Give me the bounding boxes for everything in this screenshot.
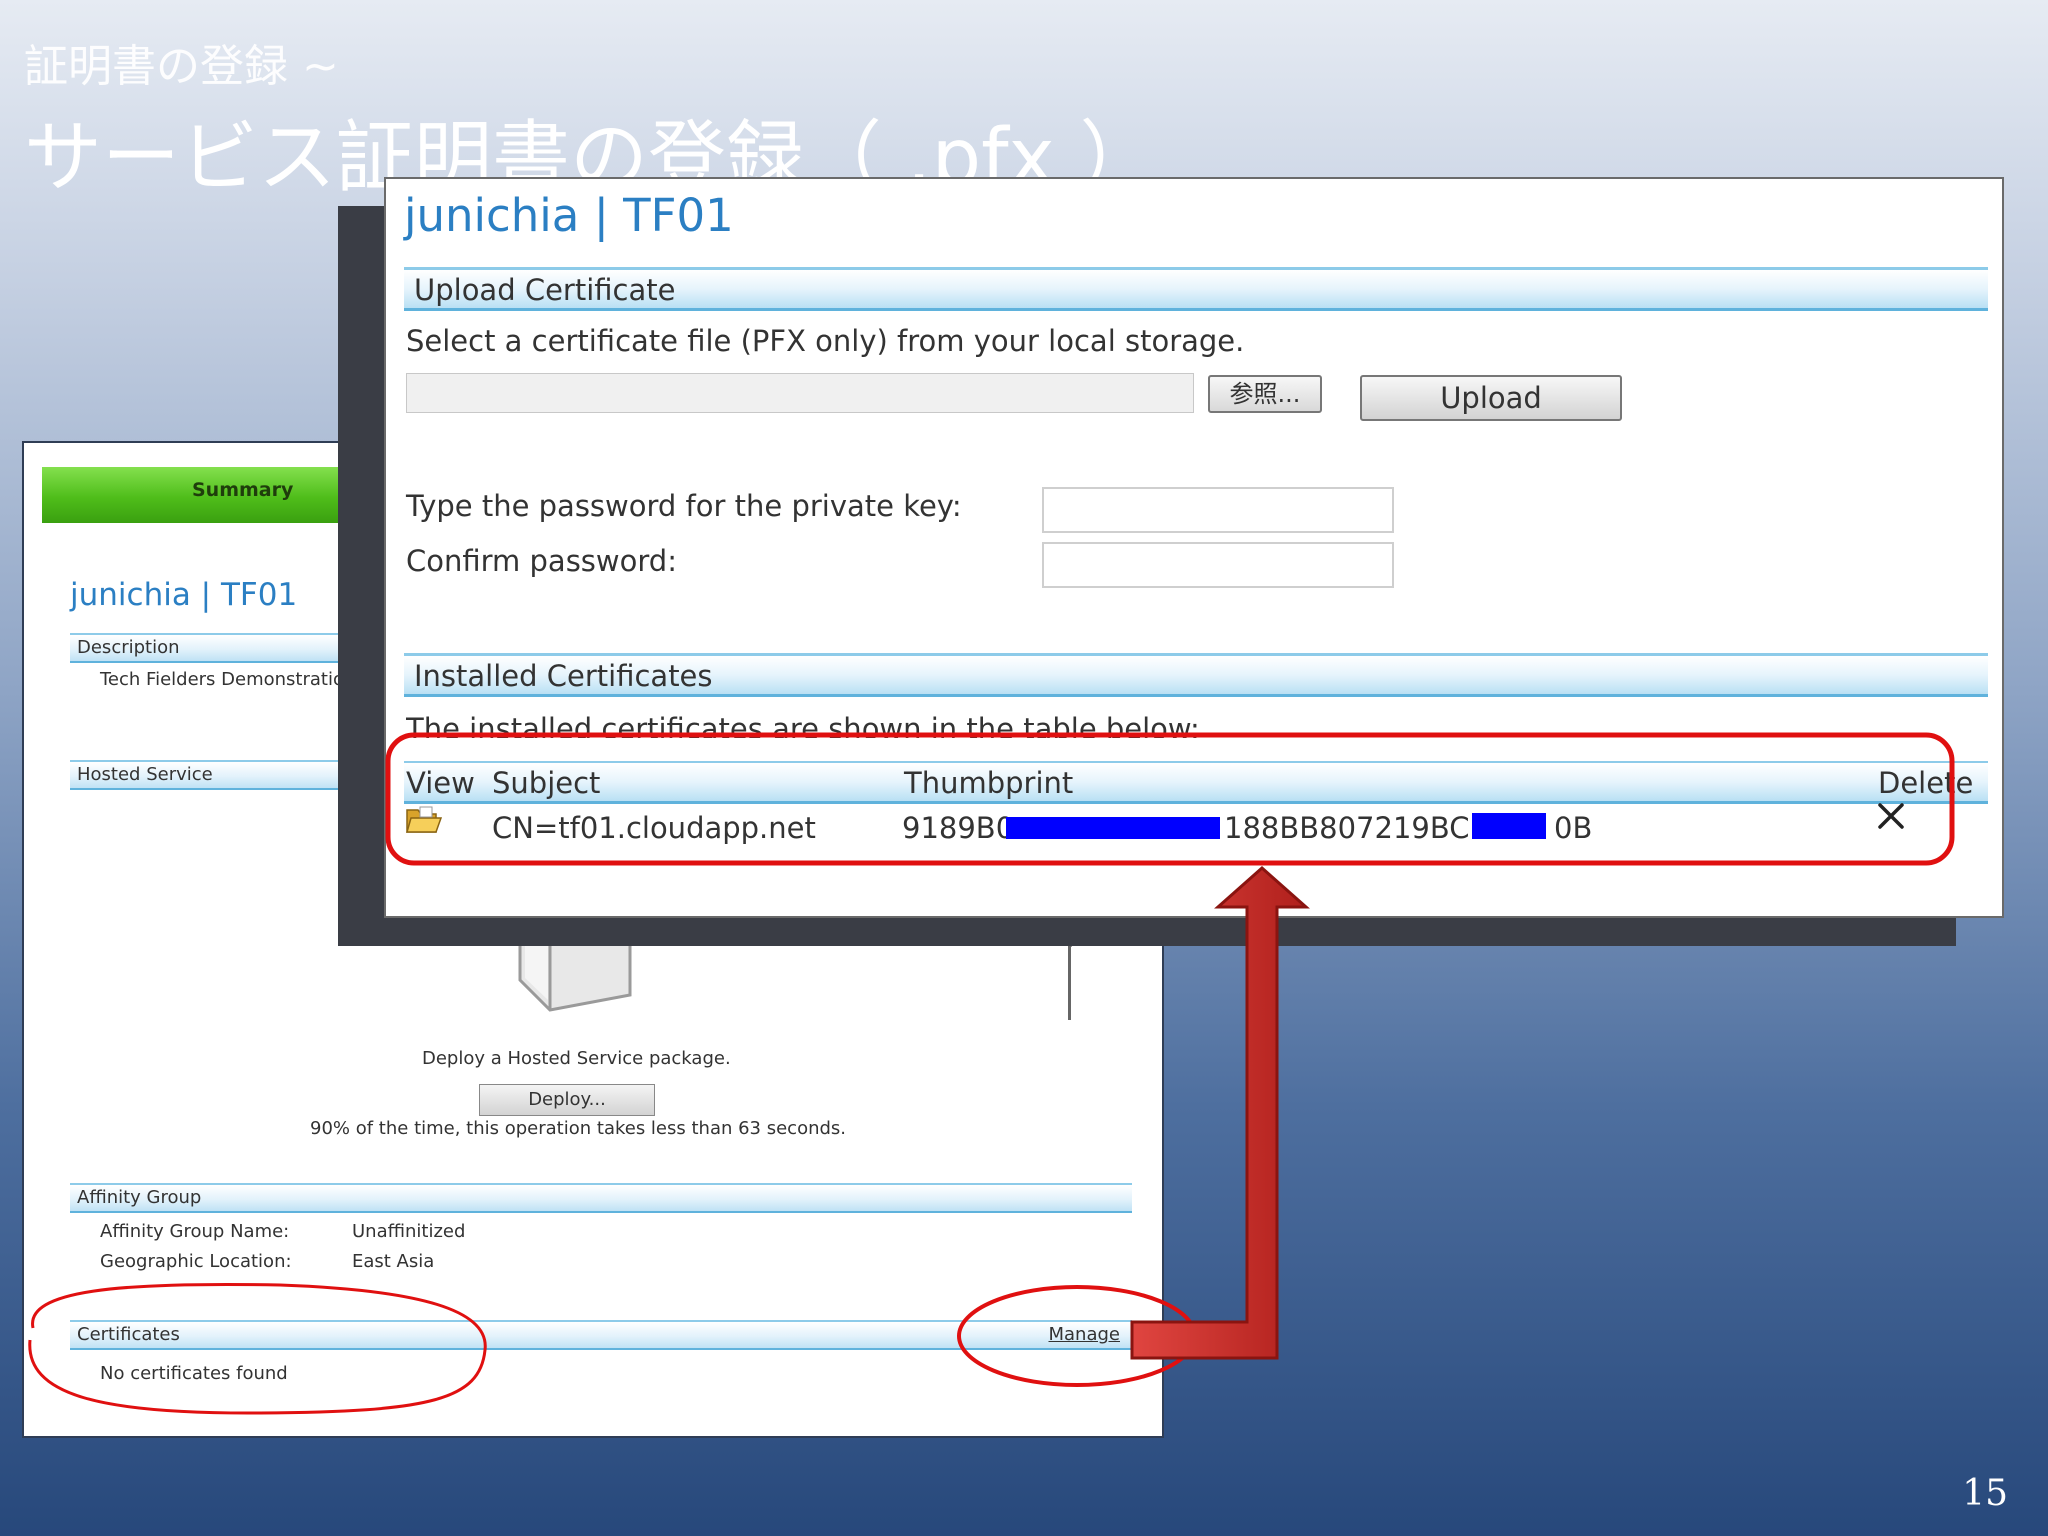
page-number: 15 xyxy=(1962,1473,2008,1514)
red-arrow-icon xyxy=(1130,865,1310,1360)
installed-certificate-highlight xyxy=(385,732,1955,866)
certificates-highlight-ellipse xyxy=(28,1282,487,1415)
annotation-overlay xyxy=(28,732,1955,1415)
